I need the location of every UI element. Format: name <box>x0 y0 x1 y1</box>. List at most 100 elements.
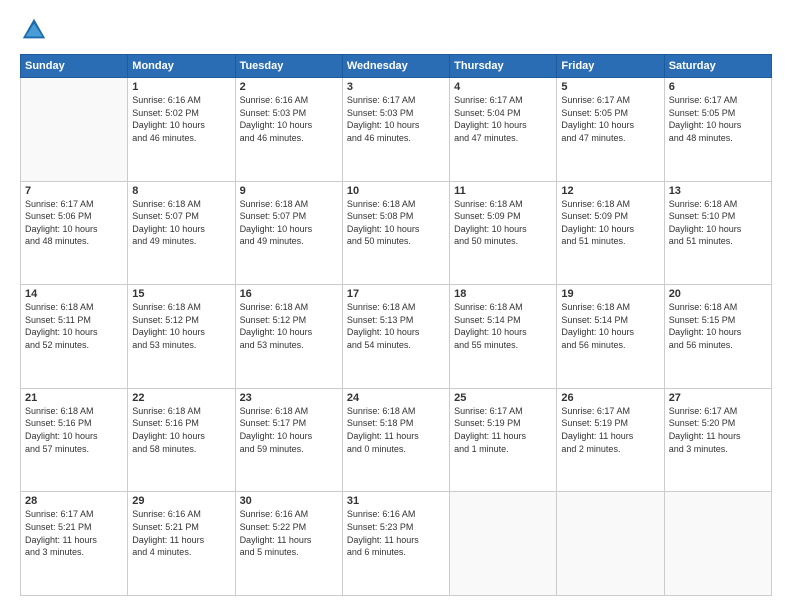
calendar-cell: 22Sunrise: 6:18 AM Sunset: 5:16 PM Dayli… <box>128 388 235 492</box>
calendar-cell <box>664 492 771 596</box>
day-info: Sunrise: 6:16 AM Sunset: 5:22 PM Dayligh… <box>240 508 338 558</box>
header <box>20 16 772 44</box>
day-info: Sunrise: 6:17 AM Sunset: 5:05 PM Dayligh… <box>561 94 659 144</box>
day-info: Sunrise: 6:18 AM Sunset: 5:08 PM Dayligh… <box>347 198 445 248</box>
calendar-week-row: 1Sunrise: 6:16 AM Sunset: 5:02 PM Daylig… <box>21 78 772 182</box>
day-info: Sunrise: 6:17 AM Sunset: 5:21 PM Dayligh… <box>25 508 123 558</box>
calendar-cell: 8Sunrise: 6:18 AM Sunset: 5:07 PM Daylig… <box>128 181 235 285</box>
weekday-header: Tuesday <box>235 55 342 78</box>
calendar-cell: 11Sunrise: 6:18 AM Sunset: 5:09 PM Dayli… <box>450 181 557 285</box>
calendar-cell: 2Sunrise: 6:16 AM Sunset: 5:03 PM Daylig… <box>235 78 342 182</box>
logo-icon <box>20 16 48 44</box>
day-info: Sunrise: 6:18 AM Sunset: 5:12 PM Dayligh… <box>132 301 230 351</box>
day-info: Sunrise: 6:18 AM Sunset: 5:07 PM Dayligh… <box>132 198 230 248</box>
calendar-cell: 9Sunrise: 6:18 AM Sunset: 5:07 PM Daylig… <box>235 181 342 285</box>
day-number: 15 <box>132 288 230 300</box>
calendar-cell: 20Sunrise: 6:18 AM Sunset: 5:15 PM Dayli… <box>664 285 771 389</box>
day-info: Sunrise: 6:16 AM Sunset: 5:23 PM Dayligh… <box>347 508 445 558</box>
day-info: Sunrise: 6:17 AM Sunset: 5:03 PM Dayligh… <box>347 94 445 144</box>
day-number: 29 <box>132 495 230 507</box>
calendar-cell: 21Sunrise: 6:18 AM Sunset: 5:16 PM Dayli… <box>21 388 128 492</box>
calendar-cell: 13Sunrise: 6:18 AM Sunset: 5:10 PM Dayli… <box>664 181 771 285</box>
day-info: Sunrise: 6:16 AM Sunset: 5:03 PM Dayligh… <box>240 94 338 144</box>
calendar-cell: 24Sunrise: 6:18 AM Sunset: 5:18 PM Dayli… <box>342 388 449 492</box>
calendar-cell: 29Sunrise: 6:16 AM Sunset: 5:21 PM Dayli… <box>128 492 235 596</box>
weekday-header: Monday <box>128 55 235 78</box>
day-number: 6 <box>669 81 767 93</box>
day-number: 21 <box>25 392 123 404</box>
weekday-header: Friday <box>557 55 664 78</box>
day-number: 23 <box>240 392 338 404</box>
calendar-cell: 12Sunrise: 6:18 AM Sunset: 5:09 PM Dayli… <box>557 181 664 285</box>
day-info: Sunrise: 6:18 AM Sunset: 5:07 PM Dayligh… <box>240 198 338 248</box>
calendar-cell: 15Sunrise: 6:18 AM Sunset: 5:12 PM Dayli… <box>128 285 235 389</box>
day-info: Sunrise: 6:18 AM Sunset: 5:12 PM Dayligh… <box>240 301 338 351</box>
day-info: Sunrise: 6:18 AM Sunset: 5:14 PM Dayligh… <box>454 301 552 351</box>
day-info: Sunrise: 6:17 AM Sunset: 5:04 PM Dayligh… <box>454 94 552 144</box>
day-number: 31 <box>347 495 445 507</box>
day-info: Sunrise: 6:18 AM Sunset: 5:16 PM Dayligh… <box>132 405 230 455</box>
calendar-week-row: 28Sunrise: 6:17 AM Sunset: 5:21 PM Dayli… <box>21 492 772 596</box>
calendar-cell: 5Sunrise: 6:17 AM Sunset: 5:05 PM Daylig… <box>557 78 664 182</box>
day-info: Sunrise: 6:16 AM Sunset: 5:21 PM Dayligh… <box>132 508 230 558</box>
day-number: 27 <box>669 392 767 404</box>
day-info: Sunrise: 6:18 AM Sunset: 5:16 PM Dayligh… <box>25 405 123 455</box>
day-number: 10 <box>347 185 445 197</box>
day-number: 30 <box>240 495 338 507</box>
day-number: 3 <box>347 81 445 93</box>
calendar-cell: 28Sunrise: 6:17 AM Sunset: 5:21 PM Dayli… <box>21 492 128 596</box>
day-info: Sunrise: 6:18 AM Sunset: 5:14 PM Dayligh… <box>561 301 659 351</box>
calendar-cell: 17Sunrise: 6:18 AM Sunset: 5:13 PM Dayli… <box>342 285 449 389</box>
day-number: 7 <box>25 185 123 197</box>
day-info: Sunrise: 6:17 AM Sunset: 5:06 PM Dayligh… <box>25 198 123 248</box>
day-number: 1 <box>132 81 230 93</box>
calendar-cell: 25Sunrise: 6:17 AM Sunset: 5:19 PM Dayli… <box>450 388 557 492</box>
day-number: 14 <box>25 288 123 300</box>
calendar-cell: 3Sunrise: 6:17 AM Sunset: 5:03 PM Daylig… <box>342 78 449 182</box>
day-number: 18 <box>454 288 552 300</box>
day-number: 20 <box>669 288 767 300</box>
weekday-header: Wednesday <box>342 55 449 78</box>
calendar-cell: 1Sunrise: 6:16 AM Sunset: 5:02 PM Daylig… <box>128 78 235 182</box>
calendar-cell <box>557 492 664 596</box>
day-number: 11 <box>454 185 552 197</box>
day-number: 22 <box>132 392 230 404</box>
day-number: 9 <box>240 185 338 197</box>
day-number: 4 <box>454 81 552 93</box>
weekday-header: Saturday <box>664 55 771 78</box>
calendar-cell <box>450 492 557 596</box>
calendar-cell: 27Sunrise: 6:17 AM Sunset: 5:20 PM Dayli… <box>664 388 771 492</box>
calendar-cell: 19Sunrise: 6:18 AM Sunset: 5:14 PM Dayli… <box>557 285 664 389</box>
day-number: 28 <box>25 495 123 507</box>
day-number: 17 <box>347 288 445 300</box>
calendar-cell: 16Sunrise: 6:18 AM Sunset: 5:12 PM Dayli… <box>235 285 342 389</box>
calendar-cell: 6Sunrise: 6:17 AM Sunset: 5:05 PM Daylig… <box>664 78 771 182</box>
header-row: SundayMondayTuesdayWednesdayThursdayFrid… <box>21 55 772 78</box>
weekday-header: Thursday <box>450 55 557 78</box>
day-info: Sunrise: 6:18 AM Sunset: 5:11 PM Dayligh… <box>25 301 123 351</box>
calendar-cell <box>21 78 128 182</box>
calendar-cell: 10Sunrise: 6:18 AM Sunset: 5:08 PM Dayli… <box>342 181 449 285</box>
day-info: Sunrise: 6:18 AM Sunset: 5:17 PM Dayligh… <box>240 405 338 455</box>
day-number: 12 <box>561 185 659 197</box>
calendar-cell: 26Sunrise: 6:17 AM Sunset: 5:19 PM Dayli… <box>557 388 664 492</box>
day-number: 16 <box>240 288 338 300</box>
calendar-week-row: 7Sunrise: 6:17 AM Sunset: 5:06 PM Daylig… <box>21 181 772 285</box>
day-number: 5 <box>561 81 659 93</box>
logo <box>20 16 52 44</box>
day-number: 2 <box>240 81 338 93</box>
calendar-cell: 30Sunrise: 6:16 AM Sunset: 5:22 PM Dayli… <box>235 492 342 596</box>
calendar-cell: 7Sunrise: 6:17 AM Sunset: 5:06 PM Daylig… <box>21 181 128 285</box>
calendar-table: SundayMondayTuesdayWednesdayThursdayFrid… <box>20 54 772 596</box>
calendar-cell: 18Sunrise: 6:18 AM Sunset: 5:14 PM Dayli… <box>450 285 557 389</box>
day-info: Sunrise: 6:18 AM Sunset: 5:13 PM Dayligh… <box>347 301 445 351</box>
day-info: Sunrise: 6:17 AM Sunset: 5:19 PM Dayligh… <box>561 405 659 455</box>
day-info: Sunrise: 6:17 AM Sunset: 5:19 PM Dayligh… <box>454 405 552 455</box>
day-info: Sunrise: 6:18 AM Sunset: 5:09 PM Dayligh… <box>454 198 552 248</box>
calendar-cell: 23Sunrise: 6:18 AM Sunset: 5:17 PM Dayli… <box>235 388 342 492</box>
day-info: Sunrise: 6:18 AM Sunset: 5:10 PM Dayligh… <box>669 198 767 248</box>
day-info: Sunrise: 6:17 AM Sunset: 5:20 PM Dayligh… <box>669 405 767 455</box>
calendar-cell: 31Sunrise: 6:16 AM Sunset: 5:23 PM Dayli… <box>342 492 449 596</box>
day-number: 19 <box>561 288 659 300</box>
page: SundayMondayTuesdayWednesdayThursdayFrid… <box>0 0 792 612</box>
